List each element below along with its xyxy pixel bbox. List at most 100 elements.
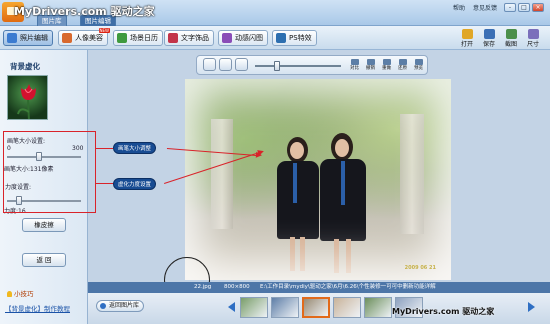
back-to-library-button[interactable]: 返回图片库 (96, 300, 145, 312)
canvas-toolbar: 对比 撤销 重做 还原 预览 (196, 55, 428, 75)
preview-label: 预览 (414, 66, 423, 71)
maximize-button[interactable]: □ (518, 3, 530, 12)
brush-size-slider[interactable] (7, 156, 81, 158)
screenshot-icon (505, 29, 517, 39)
preview-icon (414, 59, 423, 65)
rotate-icon[interactable] (203, 58, 216, 71)
tips: 小技巧 (7, 288, 34, 298)
film-thumbnail[interactable] (333, 297, 361, 318)
brush-size-label: 画笔大小设置: (7, 138, 46, 145)
title-bar: 图片库 图片编辑 MyDrivers.com 驱动之家 帮助 意见反馈 - □ … (0, 0, 550, 26)
strength-readout: 力度:16 (4, 208, 26, 215)
help-link[interactable]: 帮助 (453, 5, 465, 12)
undo-icon (366, 59, 375, 65)
undo-button[interactable]: 撤销 (363, 59, 378, 74)
back-to-library-label: 返回图片库 (109, 302, 140, 309)
zoom-slider[interactable] (255, 65, 341, 67)
blur-vignette (185, 79, 451, 280)
screenshot-label: 截图 (504, 41, 517, 48)
brush-size-slider-handle[interactable] (36, 152, 43, 161)
preview-button[interactable]: 预览 (411, 59, 426, 74)
watermark-bottom: MyDrivers.com 驱动之家 (392, 307, 495, 316)
canvas-area: 对比 撤销 重做 还原 预览 2009 06 21 (88, 50, 550, 282)
eraser-label: 橡皮擦 (34, 221, 54, 229)
strength-callout: 虚化力度设置 (113, 178, 157, 190)
calendar-icon (117, 33, 127, 43)
tab-label: 人像美容 (75, 34, 103, 42)
save-button[interactable]: 保存 (478, 28, 500, 49)
fit-icon[interactable] (219, 58, 232, 71)
text-deco-icon (168, 33, 178, 43)
film-thumbnail[interactable] (271, 297, 299, 318)
restore-button[interactable]: 还原 (395, 59, 410, 74)
undo-label: 撤销 (366, 66, 375, 71)
compare-label: 对比 (350, 66, 359, 71)
watermark-top: MyDrivers.com 驱动之家 (14, 5, 155, 18)
tab-scene-calendar[interactable]: 场景日历 (113, 30, 163, 46)
screenshot-button[interactable]: 截图 (500, 28, 522, 49)
minimize-button[interactable]: - (504, 3, 516, 12)
strength-slider-handle[interactable] (15, 196, 22, 205)
photo-edit-icon (7, 33, 17, 43)
compare-icon (350, 59, 359, 65)
feedback-link[interactable]: 意见反馈 (473, 5, 497, 12)
tab-text-decoration[interactable]: 文字饰品 (164, 30, 214, 46)
redo-icon (382, 59, 391, 65)
tab-label: 文字饰品 (181, 34, 209, 42)
back-button[interactable]: 返 回 (22, 253, 66, 267)
zoom-slider-handle[interactable] (273, 61, 280, 71)
save-icon (483, 29, 495, 39)
panel-title: 背景虚化 (10, 62, 40, 71)
size-label: 尺寸 (526, 41, 539, 48)
tulip-image (17, 84, 36, 119)
tab-label: 动感闪图 (235, 34, 263, 42)
portrait-icon (62, 33, 72, 43)
status-filename: 22.jpg (194, 284, 212, 290)
tutorial-link[interactable]: 【背景虚化】制作教程 (5, 303, 70, 313)
flash-icon (222, 33, 232, 43)
eraser-button[interactable]: 橡皮擦 (22, 218, 66, 232)
back-label: 返 回 (36, 256, 52, 264)
photo-date-stamp: 2009 06 21 (404, 265, 436, 271)
scroll-right-icon[interactable] (528, 302, 535, 312)
redo-button[interactable]: 重做 (379, 59, 394, 74)
compare-button[interactable]: 对比 (347, 59, 362, 74)
tab-label: PS特效 (289, 34, 312, 42)
open-label: 打开 (460, 41, 473, 48)
close-button[interactable]: × (532, 3, 544, 12)
tab-portrait-beauty[interactable]: 人像美容 NEW (58, 28, 110, 46)
new-badge: NEW (98, 28, 110, 33)
edited-photo[interactable]: 2009 06 21 (185, 79, 451, 280)
status-dimensions: 800×800 (224, 284, 250, 290)
brush-size-readout: 画笔大小:131像素 (4, 166, 54, 173)
tips-label: 小技巧 (14, 290, 34, 298)
open-icon (461, 29, 473, 39)
redo-label: 重做 (382, 66, 391, 71)
tab-photo-edit[interactable]: 照片编辑 (3, 30, 53, 46)
effect-preview-thumbnail (7, 75, 48, 120)
brush-max-label: 300 (72, 145, 84, 152)
film-thumbnail[interactable] (240, 297, 268, 318)
save-label: 保存 (482, 41, 495, 48)
tab-ps-effects[interactable]: PS特效 (272, 30, 317, 46)
restore-icon (398, 59, 407, 65)
film-thumbnail[interactable] (302, 297, 330, 318)
title-links: 帮助 意见反馈 (453, 3, 503, 12)
tab-flash-image[interactable]: 动感闪图 (218, 30, 268, 46)
brush-size-callout: 画笔大小调整 (113, 142, 157, 154)
scroll-left-icon[interactable] (228, 302, 235, 312)
actual-size-icon[interactable] (235, 58, 248, 71)
ps-effect-icon (276, 33, 286, 43)
lightbulb-icon (7, 291, 12, 297)
tab-label: 照片编辑 (20, 34, 48, 42)
tab-label: 场景日历 (130, 34, 158, 42)
main-toolbar: 照片编辑 人像美容 NEW 场景日历 文字饰品 动感闪图 PS特效 打开 保存 … (0, 26, 550, 50)
strength-label: 力度设置: (5, 184, 32, 191)
film-thumbnail[interactable] (364, 297, 392, 318)
size-icon (527, 29, 539, 39)
status-path: E:\工作目录\mydiy\驱动之家\6月\6.26\个性装修一可可中删新功能详… (260, 284, 436, 290)
open-button[interactable]: 打开 (456, 28, 478, 49)
brush-min-label: 0 (7, 145, 11, 152)
status-bar: 22.jpg 800×800 E:\工作目录\mydiy\驱动之家\6月\6.2… (88, 282, 550, 293)
size-button[interactable]: 尺寸 (522, 28, 544, 49)
